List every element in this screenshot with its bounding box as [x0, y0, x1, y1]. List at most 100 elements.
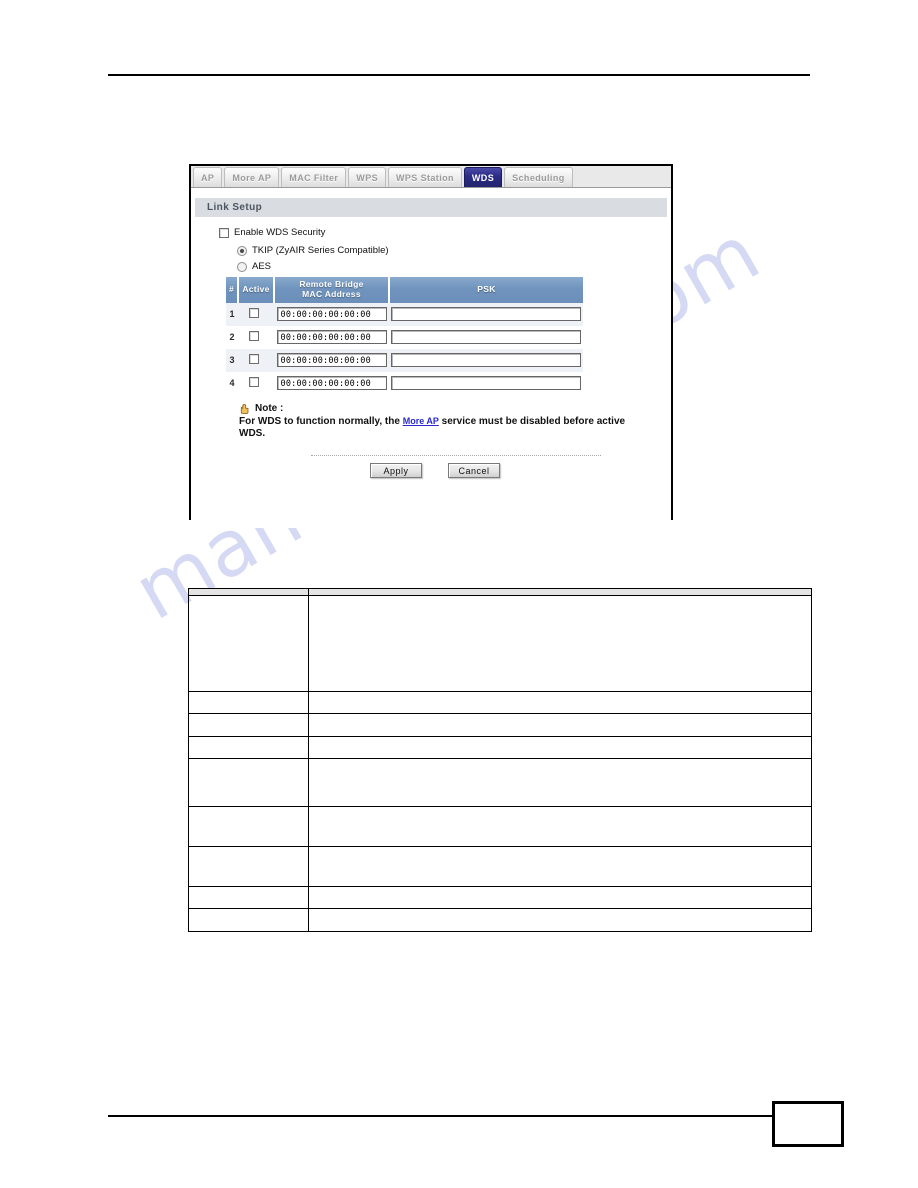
- wds-row-4-psk-cell[interactable]: [389, 372, 583, 395]
- wds-row-2-psk-cell[interactable]: [389, 326, 583, 349]
- desc-row-3-description: [308, 713, 812, 737]
- table-row: [188, 886, 812, 909]
- wds-row-4-active-cell[interactable]: [238, 372, 274, 395]
- table-row: [188, 736, 812, 759]
- wds-row-4-mac-cell[interactable]: 00:00:00:00:00:00: [274, 372, 389, 395]
- desc-row-6-label: [188, 806, 309, 847]
- wds-row-4-mac-input[interactable]: 00:00:00:00:00:00: [276, 376, 387, 391]
- button-separator: [311, 454, 601, 456]
- table-row: [188, 691, 812, 714]
- note-heading: Note :: [255, 403, 284, 415]
- wds-col-index: #: [226, 277, 239, 303]
- desc-row-2-description: [308, 691, 812, 714]
- desc-col-description-header: [308, 588, 812, 596]
- desc-row-4-label: [188, 736, 309, 759]
- table-row: [188, 595, 812, 692]
- wds-row-3-psk-cell[interactable]: [389, 348, 583, 372]
- desc-row-2-label: [188, 691, 309, 714]
- wds-row-3-psk-input[interactable]: [391, 353, 581, 368]
- cancel-button[interactable]: Cancel: [448, 462, 500, 478]
- note-body: For WDS to function normally, the More A…: [239, 416, 639, 441]
- wds-row-3-active-cell[interactable]: [238, 348, 274, 372]
- wds-row-1-psk-input[interactable]: [391, 307, 581, 322]
- table-row: 4 00:00:00:00:00:00: [226, 372, 583, 395]
- tab-ap[interactable]: AP: [193, 167, 223, 187]
- enable-wds-security-label: Enable WDS Security: [234, 227, 326, 238]
- wds-row-3-active-checkbox[interactable]: [248, 354, 259, 365]
- wds-row-4-active-checkbox[interactable]: [248, 377, 259, 388]
- note-block: Note : For WDS to function normally, the…: [239, 403, 671, 441]
- tkip-radio[interactable]: [237, 245, 247, 256]
- wds-col-mac: Remote Bridge MAC Address: [274, 277, 390, 303]
- wds-row-1-mac-input[interactable]: 00:00:00:00:00:00: [276, 307, 387, 322]
- desc-table-header-row: [188, 588, 812, 596]
- wds-row-2-mac-cell[interactable]: 00:00:00:00:00:00: [274, 326, 389, 349]
- tab-wds[interactable]: WDS: [463, 167, 503, 187]
- wds-row-2-mac-input[interactable]: 00:00:00:00:00:00: [276, 330, 387, 345]
- wds-col-psk: PSK: [389, 277, 583, 303]
- wds-row-1-mac-cell[interactable]: 00:00:00:00:00:00: [274, 302, 389, 326]
- wds-row-4-psk-input[interactable]: [391, 376, 581, 391]
- section-title-link-setup: Link Setup: [195, 198, 667, 217]
- tkip-label: TKIP (ZyAIR Series Compatible): [252, 245, 389, 256]
- table-row: 1 00:00:00:00:00:00: [226, 302, 583, 326]
- wds-col-mac-line2: MAC Address: [302, 288, 361, 299]
- table-row: 3 00:00:00:00:00:00: [226, 348, 583, 372]
- wds-row-2-psk-input[interactable]: [391, 330, 581, 345]
- router-config-screenshot: AP More AP MAC Filter WPS WPS Station WD…: [189, 164, 673, 528]
- table-row: [188, 908, 812, 932]
- note-hand-icon: [240, 403, 249, 414]
- desc-col-label-header: [188, 588, 309, 596]
- aes-label: AES: [252, 261, 272, 272]
- desc-row-1-description: [308, 595, 812, 692]
- desc-row-8-description: [308, 886, 812, 909]
- wds-row-2-active-checkbox[interactable]: [248, 331, 259, 342]
- encryption-option-tkip[interactable]: TKIP (ZyAIR Series Compatible): [237, 245, 671, 256]
- tab-more-ap[interactable]: More AP: [224, 167, 280, 187]
- tab-wps[interactable]: WPS: [348, 167, 386, 187]
- note-more-ap-link[interactable]: More AP: [403, 416, 439, 426]
- wds-row-3-mac-input[interactable]: 00:00:00:00:00:00: [276, 353, 387, 368]
- page-footer-rule: [108, 1115, 780, 1117]
- wds-row-2-index: 2: [229, 332, 235, 343]
- desc-row-7-label: [188, 846, 309, 887]
- desc-row-6-description: [308, 806, 812, 847]
- tab-bar: AP More AP MAC Filter WPS WPS Station WD…: [191, 166, 671, 188]
- desc-row-5-description: [308, 758, 812, 807]
- field-description-table: [188, 588, 812, 932]
- wds-row-1-psk-cell[interactable]: [389, 302, 583, 326]
- tab-wps-station[interactable]: WPS Station: [388, 167, 462, 187]
- apply-button[interactable]: Apply: [370, 462, 422, 478]
- desc-row-9-description: [308, 908, 812, 932]
- tab-scheduling[interactable]: Scheduling: [504, 167, 573, 187]
- wds-form: Enable WDS Security TKIP (ZyAIR Series C…: [191, 217, 671, 478]
- enable-wds-security-row[interactable]: Enable WDS Security: [219, 227, 671, 238]
- table-row: [188, 806, 812, 847]
- encryption-option-aes[interactable]: AES: [237, 261, 671, 272]
- wds-row-2-active-cell[interactable]: [238, 326, 274, 349]
- note-text-before-link: For WDS to function normally, the: [239, 415, 403, 427]
- table-row: [188, 846, 812, 887]
- note-heading-row: Note :: [239, 403, 671, 415]
- table-row: 2 00:00:00:00:00:00: [226, 326, 583, 349]
- desc-row-8-label: [188, 886, 309, 909]
- wds-row-1-active-checkbox[interactable]: [248, 308, 259, 319]
- desc-row-4-description: [308, 736, 812, 759]
- page-header-rule: [108, 74, 810, 76]
- wds-table-header-row: # Active Remote Bridge MAC Address PSK: [226, 277, 583, 303]
- table-row: [188, 758, 812, 807]
- form-button-row: Apply Cancel: [219, 462, 671, 478]
- wds-row-3-index: 3: [226, 348, 238, 372]
- desc-row-1-label: [188, 595, 309, 692]
- tab-mac-filter[interactable]: MAC Filter: [281, 167, 347, 187]
- table-row: [188, 713, 812, 737]
- desc-row-9-label: [188, 908, 309, 932]
- wds-row-1-active-cell[interactable]: [238, 302, 274, 326]
- wds-row-4-index: 4: [229, 378, 235, 389]
- wds-col-mac-line1: Remote Bridge: [299, 279, 364, 289]
- desc-row-7-description: [308, 846, 812, 887]
- enable-wds-security-checkbox[interactable]: [219, 227, 229, 238]
- desc-row-5-label: [188, 758, 309, 807]
- aes-radio[interactable]: [237, 261, 247, 272]
- wds-row-3-mac-cell[interactable]: 00:00:00:00:00:00: [274, 348, 389, 372]
